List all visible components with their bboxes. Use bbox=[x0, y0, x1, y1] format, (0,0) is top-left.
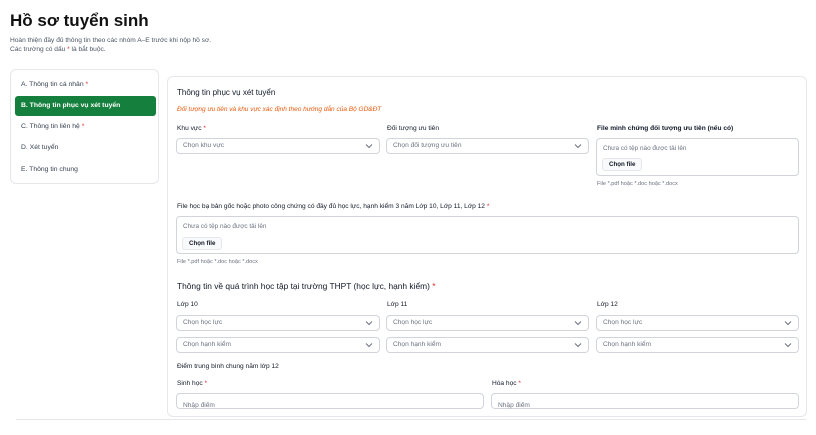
section-title-admission: Thông tin phục vụ xét tuyển bbox=[177, 88, 276, 97]
required-star: * bbox=[203, 125, 206, 132]
chevron-down-icon bbox=[784, 343, 792, 348]
required-star: * bbox=[85, 81, 89, 88]
average-score-title: Điểm trung bình chung năm lớp 12 bbox=[177, 363, 279, 370]
page-description: Hoàn thiện đầy đủ thông tin theo các nhó… bbox=[10, 36, 211, 54]
chevron-down-icon bbox=[365, 144, 373, 149]
chemistry-score-field[interactable] bbox=[491, 393, 799, 413]
section-title-study-history: Thông tin về quá trình học tập tại trườn… bbox=[177, 281, 436, 291]
priority-note: Đối tượng ưu tiên và khu vực xác định th… bbox=[177, 106, 382, 113]
grade-10-conduct-select[interactable]: Chọn hạnh kiểm bbox=[176, 337, 380, 353]
divider bbox=[16, 419, 806, 420]
transcript-file-label: File học bạ bản gốc hoặc photo công chứn… bbox=[177, 203, 490, 210]
sidebar-item-general-info[interactable]: E. Thông tin chung bbox=[15, 160, 156, 180]
sidebar-item-admission[interactable]: D. Xét tuyển bbox=[15, 138, 156, 158]
required-star: * bbox=[81, 123, 85, 130]
sidebar-item-personal-info[interactable]: A. Thông tin cá nhân * bbox=[15, 75, 156, 95]
chevron-down-icon bbox=[365, 343, 373, 348]
biology-label: Sinh học * bbox=[177, 380, 208, 387]
proof-file-status: Chưa có tệp nào được tải lên bbox=[603, 145, 687, 152]
transcript-choose-file-button[interactable]: Chọn file bbox=[182, 237, 223, 250]
grade-12-academic-select[interactable]: Chọn học lực bbox=[596, 315, 799, 331]
sidebar-item-contact-info[interactable]: C. Thông tin liên hệ * bbox=[15, 117, 156, 137]
proof-choose-file-button[interactable]: Chọn file bbox=[602, 158, 643, 171]
priority-label: Đối tượng ưu tiên bbox=[387, 125, 440, 132]
proof-file-hint: File *.pdf hoặc *.doc hoặc *.docx bbox=[597, 181, 678, 187]
page-description-line1: Hoàn thiện đầy đủ thông tin theo các nhó… bbox=[10, 37, 212, 44]
proof-file-label: File minh chứng đối tượng ưu tiên (nếu c… bbox=[597, 125, 734, 132]
region-label: Khu vực * bbox=[177, 125, 206, 132]
region-select[interactable]: Chọn khu vực bbox=[176, 138, 380, 154]
chevron-down-icon bbox=[574, 144, 582, 149]
required-star: * bbox=[204, 380, 208, 387]
required-star: * bbox=[432, 281, 436, 291]
priority-select[interactable]: Chọn đối tượng ưu tiên bbox=[386, 138, 589, 154]
transcript-file-hint: File *.pdf hoặc *.doc hoặc *.docx bbox=[177, 259, 258, 265]
biology-score-input[interactable] bbox=[183, 398, 483, 413]
page-description-line2: Các trường có dấu * là bắt buộc. bbox=[10, 46, 106, 53]
required-star: * bbox=[518, 380, 521, 387]
grade-11-label: Lớp 11 bbox=[387, 301, 408, 308]
grade-11-academic-select[interactable]: Chọn học lực bbox=[386, 315, 589, 331]
page-title: Hồ sơ tuyển sinh bbox=[10, 11, 149, 30]
grade-12-conduct-select[interactable]: Chọn hạnh kiểm bbox=[596, 337, 799, 353]
transcript-file-status: Chưa có tệp nào được tải lên bbox=[183, 223, 267, 230]
section-sidebar: A. Thông tin cá nhân * B. Thông tin phục… bbox=[10, 69, 159, 184]
grade-10-label: Lớp 10 bbox=[177, 301, 198, 308]
chemistry-score-input[interactable] bbox=[498, 398, 798, 413]
chevron-down-icon bbox=[365, 321, 373, 326]
proof-file-upload: Chưa có tệp nào được tải lên Chọn file bbox=[596, 138, 799, 176]
grade-11-conduct-select[interactable]: Chọn hạnh kiểm bbox=[386, 337, 589, 353]
chemistry-label: Hóa học * bbox=[492, 380, 521, 387]
biology-score-field[interactable] bbox=[176, 393, 484, 413]
chevron-down-icon bbox=[574, 343, 582, 348]
grade-12-label: Lớp 12 bbox=[597, 301, 618, 308]
grade-10-academic-select[interactable]: Chọn học lực bbox=[176, 315, 380, 331]
sidebar-item-admission-info[interactable]: B. Thông tin phục vụ xét tuyển bbox=[15, 96, 156, 116]
chevron-down-icon bbox=[784, 321, 792, 326]
transcript-file-upload: Chưa có tệp nào được tải lên Chọn file bbox=[176, 216, 799, 254]
chevron-down-icon bbox=[574, 321, 582, 326]
required-star: * bbox=[486, 203, 490, 210]
form-card: Thông tin phục vụ xét tuyển Đối tượng ưu… bbox=[167, 76, 807, 417]
